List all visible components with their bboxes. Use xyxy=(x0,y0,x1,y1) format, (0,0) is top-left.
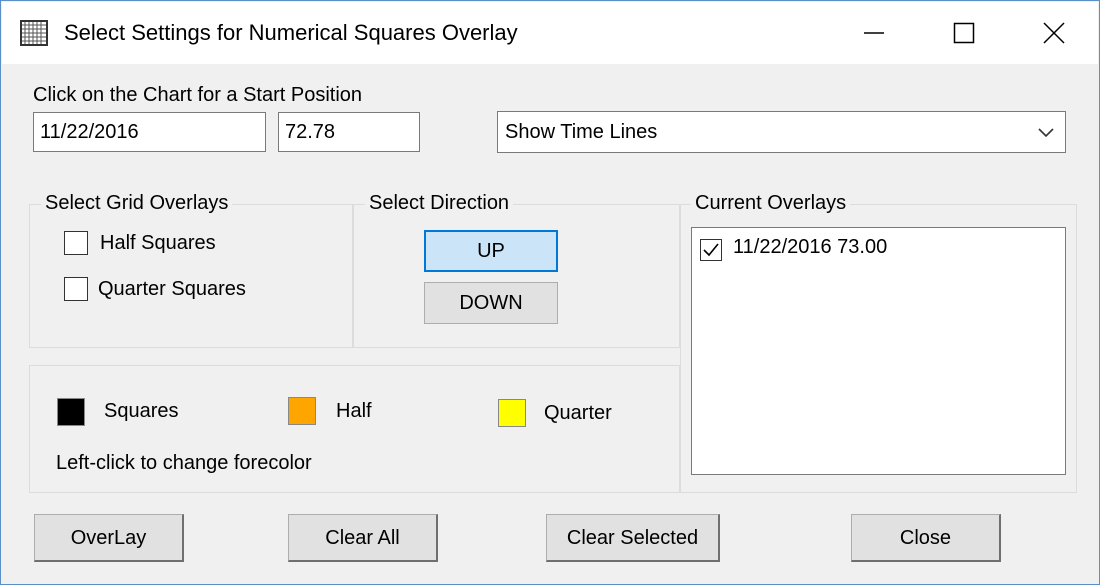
up-button[interactable]: UP xyxy=(424,230,558,272)
grid-overlays-group xyxy=(29,204,353,348)
quarter-color-label[interactable]: Quarter xyxy=(544,401,612,425)
squares-color-swatch[interactable] xyxy=(57,398,85,426)
down-button[interactable]: DOWN xyxy=(424,282,558,324)
time-lines-dropdown[interactable]: Show Time Lines xyxy=(497,111,1066,153)
start-position-label: Click on the Chart for a Start Position xyxy=(33,84,363,106)
forecolor-hint: Left-click to change forecolor xyxy=(56,452,312,474)
overlay-item-checkbox[interactable] xyxy=(700,239,722,261)
overlay-button[interactable]: OverLay xyxy=(34,514,184,562)
half-color-swatch[interactable] xyxy=(288,397,316,425)
half-color-label[interactable]: Half xyxy=(336,399,372,423)
dialog-window: Select Settings for Numerical Squares Ov… xyxy=(0,0,1100,585)
squares-color-label[interactable]: Squares xyxy=(104,399,179,423)
direction-title: Select Direction xyxy=(365,191,514,215)
minimize-icon xyxy=(863,22,885,44)
check-icon xyxy=(703,243,719,257)
minimize-button[interactable] xyxy=(826,2,922,64)
price-input[interactable]: 72.78 xyxy=(278,112,420,152)
quarter-color-swatch[interactable] xyxy=(498,399,526,427)
chevron-down-icon xyxy=(1037,125,1055,144)
current-overlays-title: Current Overlays xyxy=(691,191,851,215)
close-window-button[interactable] xyxy=(1006,2,1100,64)
overlay-item-label: 11/22/2016 73.00 xyxy=(733,236,888,258)
date-input[interactable]: 11/22/2016 xyxy=(33,112,266,152)
maximize-button[interactable] xyxy=(916,2,1012,64)
direction-group xyxy=(353,204,680,348)
half-squares-label[interactable]: Half Squares xyxy=(100,231,216,255)
window-title: Select Settings for Numerical Squares Ov… xyxy=(64,20,518,45)
clear-all-button[interactable]: Clear All xyxy=(288,514,438,562)
close-button[interactable]: Close xyxy=(851,514,1001,562)
grid-icon xyxy=(20,20,48,46)
grid-overlays-title: Select Grid Overlays xyxy=(41,191,233,215)
current-overlays-list[interactable]: 11/22/2016 73.00 xyxy=(691,227,1066,475)
close-icon xyxy=(1043,22,1065,44)
clear-selected-button[interactable]: Clear Selected xyxy=(546,514,720,562)
quarter-squares-checkbox[interactable] xyxy=(64,277,88,301)
title-bar[interactable]: Select Settings for Numerical Squares Ov… xyxy=(2,2,1098,64)
half-squares-checkbox[interactable] xyxy=(64,231,88,255)
quarter-squares-label[interactable]: Quarter Squares xyxy=(98,277,246,301)
maximize-icon xyxy=(953,22,975,44)
time-lines-selected: Show Time Lines xyxy=(505,121,658,143)
